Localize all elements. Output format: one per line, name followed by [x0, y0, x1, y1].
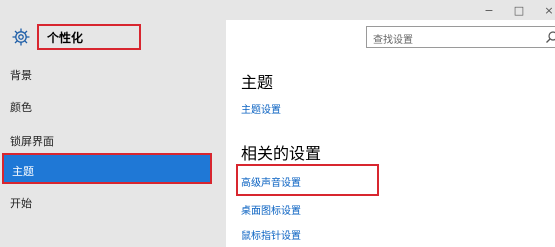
- section-heading-theme: 主题: [241, 73, 274, 92]
- section-heading-related: 相关的设置: [241, 144, 322, 163]
- desktop-icon-settings-link[interactable]: 桌面图标设置: [241, 202, 301, 217]
- sidebar-item-label: 背景: [10, 69, 32, 82]
- sidebar-item-start[interactable]: 开始: [0, 190, 226, 214]
- close-button[interactable]: ×: [536, 0, 555, 20]
- sidebar-item-label: 开始: [10, 197, 32, 210]
- search-icon[interactable]: [545, 30, 555, 44]
- sidebar-item-colors[interactable]: 颜色: [0, 94, 226, 118]
- maximize-button[interactable]: □: [506, 0, 532, 20]
- sidebar-item-themes[interactable]: 主题: [2, 153, 212, 184]
- sidebar-item-label: 锁屏界面: [10, 135, 54, 148]
- main-content: 查找设置 主题 主题设置 相关的设置 高级声音设置 桌面图标设置 鼠标指针设置: [226, 20, 555, 247]
- gear-icon: [12, 28, 30, 46]
- minimize-button[interactable]: −: [476, 0, 502, 20]
- search-placeholder: 查找设置: [373, 35, 413, 46]
- search-input[interactable]: 查找设置: [366, 26, 555, 48]
- advanced-sound-settings-link[interactable]: 高级声音设置: [241, 174, 301, 189]
- page-title: 个性化: [47, 31, 84, 45]
- sidebar-item-label: 颜色: [10, 101, 32, 114]
- sidebar: 个性化 背景 颜色 锁屏界面 主题 开始: [0, 20, 226, 247]
- mouse-pointer-settings-link[interactable]: 鼠标指针设置: [241, 227, 301, 242]
- sidebar-item-background[interactable]: 背景: [0, 62, 226, 86]
- window-titlebar: − □ ×: [0, 0, 555, 20]
- theme-settings-link[interactable]: 主题设置: [241, 101, 281, 116]
- sidebar-item-label: 主题: [12, 165, 34, 178]
- sidebar-item-lockscreen[interactable]: 锁屏界面: [0, 128, 226, 152]
- sidebar-header: 个性化: [0, 20, 226, 56]
